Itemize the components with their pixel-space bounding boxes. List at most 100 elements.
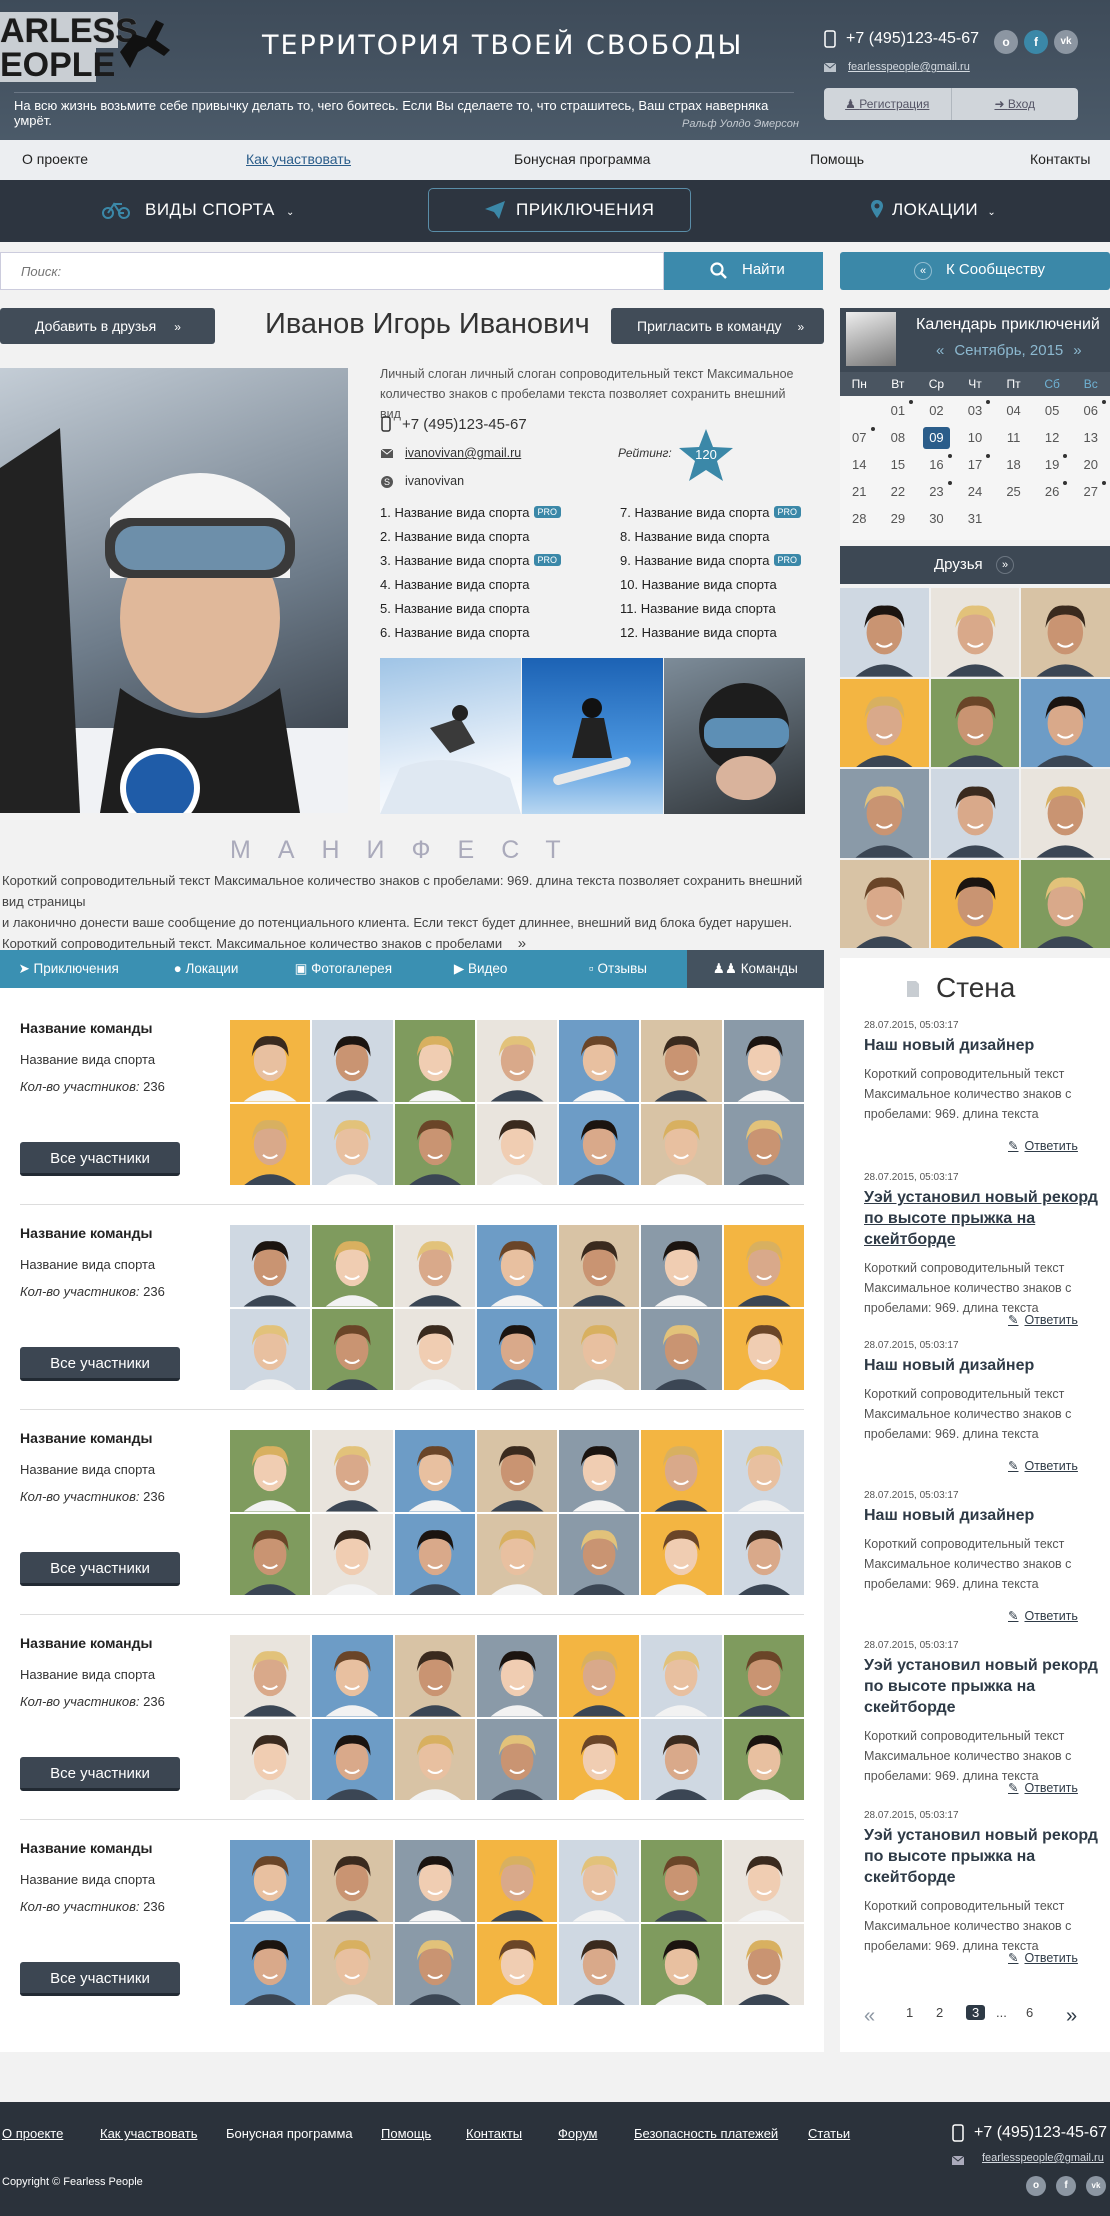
member-avatar[interactable] [559,1923,640,2005]
footer-link[interactable]: О проекте [2,2126,63,2141]
odnoklassniki-icon[interactable]: о [994,30,1018,54]
calendar-day[interactable]: 30 [923,508,950,530]
member-avatar[interactable] [641,1020,722,1102]
facebook-icon[interactable]: f [1024,30,1048,54]
nav-sports[interactable]: ВИДЫ СПОРТА ⌄ [145,200,295,220]
member-avatar[interactable] [559,1308,640,1390]
search-button[interactable]: Найти [664,252,823,290]
member-avatar[interactable] [559,1225,640,1307]
member-avatar[interactable] [394,1635,475,1717]
calendar-day[interactable]: 05 [1039,400,1066,422]
member-avatar[interactable] [641,1718,722,1800]
tab-reviews[interactable]: ▫ Отзывы [549,950,686,988]
post-title[interactable]: Уэй установил новый рекорд по высоте пры… [864,1655,1104,1718]
member-avatar[interactable] [641,1923,722,2005]
calendar-day[interactable]: 19 [1039,454,1066,476]
topnav-how-to-participate[interactable]: Как участвовать [246,151,351,167]
footer-link[interactable]: Помощь [381,2126,431,2141]
gallery-photo-1[interactable] [380,658,521,814]
invite-to-team-button[interactable]: Пригласить в команду » [611,308,824,344]
member-avatar[interactable] [641,1635,722,1717]
member-avatar[interactable] [230,1718,311,1800]
member-avatar[interactable] [559,1430,640,1512]
next-month-icon[interactable]: » [1073,342,1081,359]
member-avatar[interactable] [641,1430,722,1512]
all-members-button[interactable]: Все участники [20,1142,180,1176]
calendar-day[interactable]: 02 [923,400,950,422]
calendar-day[interactable]: 12 [1039,427,1066,449]
calendar-day[interactable]: 27 [1077,481,1104,503]
member-avatar[interactable] [723,1923,804,2005]
all-members-button[interactable]: Все участники [20,1962,180,1996]
member-avatar[interactable] [723,1718,804,1800]
topnav-contacts[interactable]: Контакты [1030,151,1090,167]
member-avatar[interactable] [723,1020,804,1102]
post-title[interactable]: Наш новый дизайнер [864,1035,1104,1056]
odnoklassniki-icon[interactable]: о [1026,2176,1046,2196]
reply-link[interactable]: ✎ Ответить [1008,1458,1094,1473]
member-avatar[interactable] [559,1020,640,1102]
community-button[interactable]: « К Сообществу [840,252,1110,290]
member-avatar[interactable] [312,1430,393,1512]
member-avatar[interactable] [230,1103,311,1185]
footer-link[interactable]: Статьи [808,2126,850,2141]
all-members-button[interactable]: Все участники [20,1552,180,1586]
prev-page-icon[interactable]: « [864,2005,875,2028]
member-avatar[interactable] [559,1635,640,1717]
member-avatar[interactable] [641,1103,722,1185]
member-avatar[interactable] [230,1923,311,2005]
member-avatar[interactable] [230,1430,311,1512]
member-avatar[interactable] [476,1840,558,1922]
member-avatar[interactable] [559,1718,640,1800]
page-link[interactable]: 2 [936,2005,943,2020]
friend-avatar[interactable] [840,859,929,948]
member-avatar[interactable] [723,1513,804,1595]
calendar-day[interactable]: 10 [962,427,989,449]
footer-link[interactable]: Форум [558,2126,598,2141]
member-avatar[interactable] [312,1308,393,1390]
reply-link[interactable]: ✎ Ответить [1008,1312,1094,1327]
topnav-about[interactable]: О проекте [22,151,88,167]
tab-photo-gallery[interactable]: ▣ Фотогалерея [275,950,412,988]
member-avatar[interactable] [476,1923,558,2005]
calendar-day[interactable]: 08 [885,427,912,449]
member-avatar[interactable] [312,1635,393,1717]
post-title[interactable]: Уэй установил новый рекорд по высоте пры… [864,1187,1104,1250]
member-avatar[interactable] [723,1430,804,1512]
member-avatar[interactable] [394,1020,475,1102]
calendar-day[interactable]: 26 [1039,481,1066,503]
topnav-help[interactable]: Помощь [810,151,864,167]
all-members-button[interactable]: Все участники [20,1757,180,1791]
calendar-day[interactable]: 31 [962,508,989,530]
calendar-day[interactable]: 22 [885,481,912,503]
member-avatar[interactable] [312,1225,393,1307]
member-avatar[interactable] [476,1103,558,1185]
member-avatar[interactable] [394,1103,475,1185]
next-page-icon[interactable]: » [1066,2005,1077,2028]
member-avatar[interactable] [723,1840,804,1922]
friend-avatar[interactable] [840,678,929,767]
calendar-day[interactable]: 29 [885,508,912,530]
member-avatar[interactable] [559,1840,640,1922]
footer-link[interactable]: Безопасность платежей [634,2126,778,2141]
friend-avatar[interactable] [840,769,929,858]
member-avatar[interactable] [394,1513,475,1595]
member-avatar[interactable] [559,1103,640,1185]
register-link[interactable]: ♟ Регистрация [824,88,952,120]
member-avatar[interactable] [230,1308,311,1390]
footer-link[interactable]: Как участвовать [100,2126,197,2141]
tab-teams[interactable]: ♟♟ Команды [686,950,824,988]
friend-avatar[interactable] [930,678,1020,767]
friend-avatar[interactable] [930,769,1020,858]
tab-video[interactable]: ▶ Видео [412,950,549,988]
calendar-day[interactable]: 24 [962,481,989,503]
member-avatar[interactable] [394,1225,475,1307]
calendar-day[interactable]: 20 [1077,454,1104,476]
reply-link[interactable]: ✎ Ответить [1008,1950,1094,1965]
member-avatar[interactable] [723,1635,804,1717]
member-avatar[interactable] [641,1840,722,1922]
friend-avatar[interactable] [1021,678,1110,767]
member-avatar[interactable] [312,1103,393,1185]
nav-locations[interactable]: ЛОКАЦИИ ⌄ [892,200,996,220]
member-avatar[interactable] [559,1513,640,1595]
